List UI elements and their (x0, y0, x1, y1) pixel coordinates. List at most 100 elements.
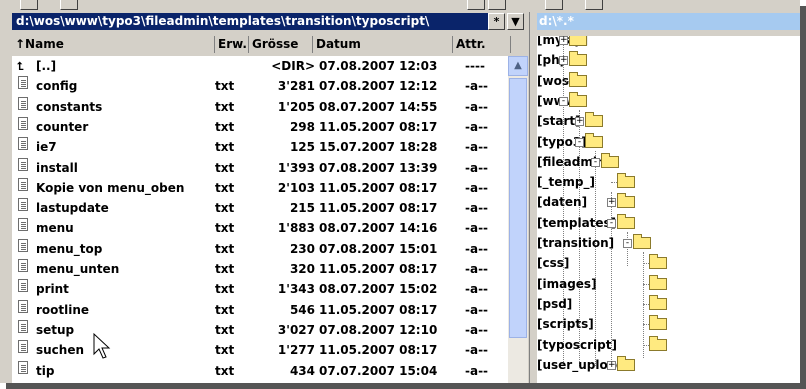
tree-node[interactable]: - [fileadmin] (537, 152, 800, 173)
file-date: 11.05.2007 08:17 (319, 343, 438, 358)
file-row[interactable]: tip txt 434 07.07.2007 15:04 -a-- (12, 360, 512, 382)
file-row[interactable]: lastupdate txt 215 11.05.2007 08:17 -a-- (12, 198, 512, 219)
file-date: 08.07.2007 14:55 (319, 99, 438, 114)
file-row[interactable]: suchen txt 1'277 11.05.2007 08:17 -a-- (12, 340, 512, 361)
tree-node[interactable]: + [user_upload] (537, 355, 800, 376)
tree-node[interactable]: [typoscript] (537, 335, 800, 356)
folder-icon (649, 254, 667, 270)
file-date: 11.05.2007 08:17 (319, 119, 438, 134)
collapse-icon[interactable]: - (575, 137, 584, 147)
file-date: 08.07.2007 15:02 (319, 282, 438, 297)
file-row[interactable]: menu_unten txt 320 11.05.2007 08:17 -a-- (12, 259, 512, 280)
file-size: 1'343 (277, 282, 315, 297)
file-row[interactable]: print txt 1'343 08.07.2007 15:02 -a-- (12, 279, 512, 300)
tree-node[interactable]: + [daten] (537, 192, 800, 213)
file-row[interactable]: ie7 txt 125 15.07.2007 18:28 -a-- (12, 137, 512, 158)
file-row[interactable]: config txt 3'281 07.08.2007 12:12 -a-- (12, 76, 512, 97)
tree-node[interactable]: [_temp_] (537, 172, 800, 193)
drive-button[interactable] (20, 0, 38, 10)
file-name: setup (36, 322, 75, 337)
collapse-icon[interactable]: - (623, 239, 632, 248)
file-row[interactable]: menu_top txt 230 07.08.2007 15:01 -a-- (12, 238, 512, 260)
folder-icon (617, 213, 635, 229)
tree-node[interactable]: [css] (537, 253, 800, 274)
file-name: counter (36, 119, 89, 134)
tree-node[interactable]: [psd] (537, 294, 800, 315)
collapse-icon[interactable]: - (559, 96, 568, 106)
file-name: menu_top (36, 241, 103, 256)
collapse-icon[interactable]: - (607, 218, 616, 228)
file-row[interactable]: counter txt 298 11.05.2007 08:17 -a-- (12, 116, 512, 138)
file-attr: -a-- (465, 99, 489, 114)
text-file-icon (18, 319, 28, 333)
file-attr: -a-- (465, 322, 489, 337)
file-name: menu (36, 221, 74, 236)
file-ext: txt (215, 282, 235, 297)
file-date: 08.07.2007 14:16 (319, 221, 438, 236)
file-row[interactable]: menu txt 1'883 08.07.2007 14:16 -a-- (12, 218, 512, 239)
file-row[interactable]: Kopie von menu_oben txt 2'103 11.05.2007 08… (12, 177, 512, 199)
tree-node[interactable]: +[php5] (537, 50, 800, 71)
expand-icon[interactable]: + (559, 36, 568, 45)
text-file-icon (18, 96, 28, 110)
file-date: 07.07.2007 15:04 (319, 363, 438, 378)
file-name: tip (36, 363, 55, 378)
drive-button[interactable] (488, 0, 506, 10)
file-size: 1'205 (277, 99, 315, 114)
tree-node[interactable]: -[www] (537, 91, 800, 112)
up-arrow-icon: ⮤ (17, 60, 24, 73)
column-date[interactable]: Datum (313, 36, 453, 53)
column-ext[interactable]: Erw. (215, 36, 249, 53)
file-attr: -a-- (465, 343, 489, 358)
tree-node[interactable]: [wos] (537, 71, 800, 92)
text-file-icon (18, 259, 28, 272)
parent-dir-row[interactable]: ⮤ [..] <DIR> 07.08.2007 12:03 ---- (12, 56, 512, 77)
file-row[interactable]: install txt 1'393 07.08.2007 13:39 -a-- (12, 157, 512, 179)
folder-tree: +[mysql]+[php5][wos]-[www]+[start]-[typo… (537, 36, 800, 383)
panel-divider[interactable] (529, 12, 537, 383)
folder-icon (649, 315, 667, 331)
file-attr: -a-- (465, 262, 489, 276)
file-row[interactable]: setup txt 3'027 07.08.2007 12:10 -a-- (12, 319, 512, 341)
file-ext: txt (215, 221, 235, 236)
right-path-bar[interactable]: d:\*.* (537, 13, 800, 30)
tree-node[interactable]: [scripts] (537, 314, 800, 335)
tree-node[interactable]: +[mysql] (537, 36, 800, 51)
file-size: 1'883 (277, 221, 315, 236)
scroll-thumb[interactable] (509, 78, 527, 338)
file-list-scrollbar[interactable]: ▲ (508, 56, 528, 383)
file-attr: -a-- (465, 119, 489, 134)
file-size: 1'277 (277, 343, 315, 358)
expand-icon[interactable]: + (607, 360, 616, 370)
collapse-icon[interactable]: - (591, 157, 600, 167)
file-size: 3'281 (277, 79, 315, 94)
expand-icon[interactable]: + (575, 117, 584, 127)
expand-icon[interactable]: + (607, 198, 616, 208)
tree-node-label: [templates] (537, 215, 617, 230)
drive-button[interactable] (545, 0, 563, 10)
favorites-button[interactable]: * (488, 13, 505, 30)
file-ext: txt (215, 180, 235, 195)
drive-button[interactable] (467, 0, 485, 10)
drive-button[interactable] (585, 0, 603, 10)
file-size: 3'027 (277, 322, 315, 337)
tree-node[interactable]: - [typo3] (537, 132, 800, 153)
expand-icon[interactable]: + (559, 56, 568, 66)
file-size: 230 (289, 241, 315, 256)
drive-button[interactable] (60, 0, 78, 10)
file-size: 298 (289, 119, 315, 134)
history-dropdown-button[interactable]: ▼ (507, 13, 524, 30)
tree-node[interactable]: [images] (537, 274, 800, 295)
tree-node[interactable]: - [templates] (537, 213, 800, 234)
column-name[interactable]: ↑Name (12, 36, 215, 53)
file-date: 11.05.2007 08:17 (319, 201, 438, 216)
file-attr: ---- (465, 59, 485, 73)
scroll-up-button[interactable]: ▲ (508, 56, 528, 76)
tree-node[interactable]: - [transition] (537, 233, 800, 254)
file-row[interactable]: constants txt 1'205 08.07.2007 14:55 -a-- (12, 96, 512, 118)
file-row[interactable]: rootline txt 546 11.05.2007 08:17 -a-- (12, 299, 512, 321)
column-attr[interactable]: Attr. (453, 36, 511, 53)
column-size[interactable]: Grösse (249, 36, 313, 53)
left-path-bar[interactable]: d:\wos\www\typo3\fileadmin\templates\tra… (12, 13, 500, 30)
tree-node[interactable]: + [start] (537, 111, 800, 132)
